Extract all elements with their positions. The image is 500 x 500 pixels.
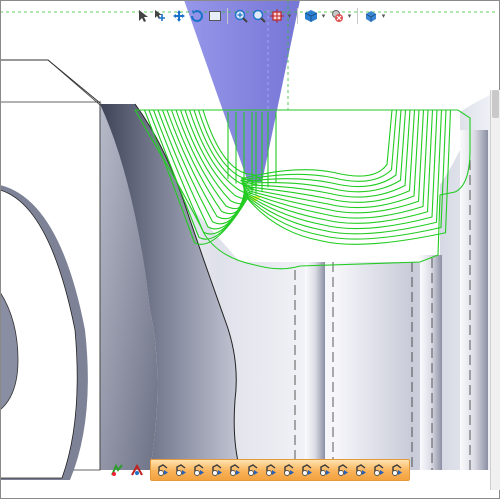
rotate-view-icon[interactable] [188,6,205,26]
next-move-icon[interactable] [244,461,262,479]
stock-display-icon[interactable] [370,461,388,479]
zoom-in-icon[interactable] [232,6,249,26]
simulate-cut-icon[interactable] [128,461,146,479]
zoom-fit-icon[interactable] [250,6,267,26]
play-back-icon[interactable] [190,461,208,479]
toolbar-separator [297,8,298,24]
select-arrow-icon[interactable] [134,6,151,26]
chevron-down-icon[interactable]: ▾ [286,6,293,26]
simulation-toolbar [108,459,410,481]
chevron-down-icon[interactable]: ▾ [380,6,387,26]
toolpath-display-icon[interactable] [352,461,370,479]
multi-select-icon[interactable] [152,6,169,26]
view-toolbar: ▾ ▾ ▾ ▾ [134,5,387,27]
shading-icon[interactable] [362,6,379,26]
chevron-down-icon[interactable]: ▾ [320,6,327,26]
prev-move-icon[interactable] [208,461,226,479]
vertical-scrollbar[interactable] [490,90,500,490]
step-forward-icon[interactable] [280,461,298,479]
toolbar-separator [227,8,228,24]
chevron-down-icon[interactable]: ▾ [346,6,353,26]
fast-forward-icon[interactable] [298,461,316,479]
stop-icon[interactable] [226,461,244,479]
cad-scene[interactable] [0,0,500,500]
move-icon[interactable] [170,6,187,26]
settings-icon[interactable] [388,461,406,479]
graphics-viewport[interactable] [0,0,500,500]
box-select-icon[interactable] [206,6,223,26]
end-icon[interactable] [316,461,334,479]
tool-display-icon[interactable] [334,461,352,479]
display-settings-icon[interactable] [328,6,345,26]
play-icon[interactable] [262,461,280,479]
scrollbar-thumb[interactable] [492,90,499,118]
toolbar-separator [357,8,358,24]
playback-controls [150,459,410,481]
simulate-play-icon[interactable] [108,461,126,479]
cube-view-icon[interactable] [302,6,319,26]
rewind-start-icon[interactable] [154,461,172,479]
step-back-icon[interactable] [172,461,190,479]
pan-icon[interactable] [268,6,285,26]
